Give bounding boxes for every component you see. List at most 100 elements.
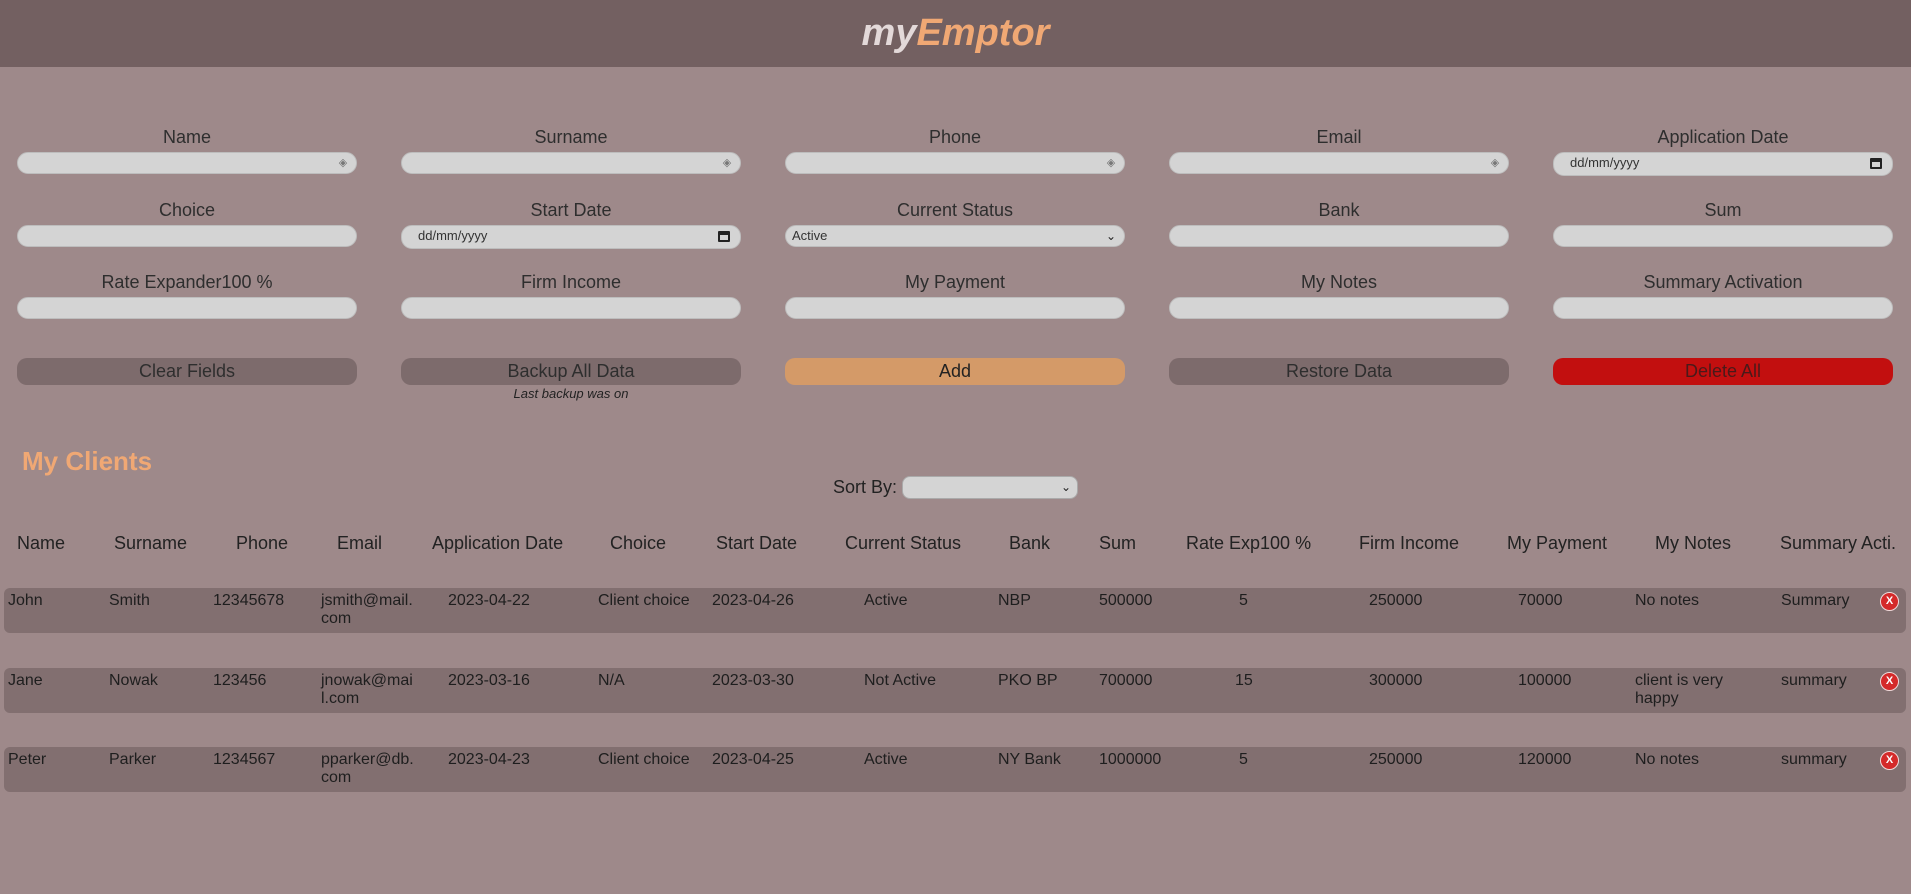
rate-expander-input[interactable] <box>17 297 357 319</box>
cell-choice: Client choice <box>598 751 690 768</box>
application-date-field-group: Application Date dd/mm/yyyy <box>1553 126 1893 176</box>
start-date-label: Start Date <box>530 200 612 220</box>
cell-name: Peter <box>8 751 47 768</box>
col-header-surname: Surname <box>114 533 188 553</box>
current-status-select[interactable]: Active ⌄ <box>785 225 1125 247</box>
table-row: John Smith 12345678 jsmith@mail. com 2023… <box>4 588 1906 633</box>
cell-firm-income: 250000 <box>1369 592 1423 609</box>
application-date-label: Application Date <box>1657 127 1789 147</box>
email-label: Email <box>1316 127 1362 147</box>
cell-bank: NY Bank <box>998 751 1061 768</box>
cell-summary: Summary <box>1781 592 1850 609</box>
my-payment-label: My Payment <box>904 272 1006 292</box>
start-date-input[interactable]: dd/mm/yyyy <box>401 225 741 249</box>
logo-emptor: Emptor <box>916 12 1050 54</box>
cell-application-date: 2023-04-23 <box>448 751 530 768</box>
current-status-label: Current Status <box>896 200 1014 220</box>
sort-by-select[interactable]: ⌄ <box>902 476 1079 499</box>
cell-status: Active <box>864 751 908 768</box>
cell-start-date: 2023-03-30 <box>712 672 794 689</box>
chevron-down-icon: ⌄ <box>1060 480 1072 494</box>
rate-expander-label: Rate Expander100 % <box>101 272 273 292</box>
autofill-icon[interactable]: ◈ <box>1104 157 1118 169</box>
calendar-icon[interactable] <box>718 231 730 242</box>
cell-sum: 1000000 <box>1099 751 1162 768</box>
restore-data-button[interactable]: Restore Data <box>1169 358 1509 385</box>
autofill-icon[interactable]: ◈ <box>336 157 350 169</box>
cell-notes: No notes <box>1635 592 1700 609</box>
delete-row-button[interactable]: X <box>1880 592 1899 611</box>
sum-label: Sum <box>1704 200 1742 220</box>
logo-my: my <box>861 12 917 54</box>
col-header-my-payment: My Payment <box>1507 533 1608 553</box>
col-header-my-notes: My Notes <box>1655 533 1732 553</box>
cell-choice: N/A <box>598 672 625 689</box>
col-header-firm-income: Firm Income <box>1359 533 1460 553</box>
sum-field-group: Sum <box>1553 199 1893 247</box>
cell-summary: summary <box>1781 672 1847 689</box>
cell-rate: 15 <box>1235 672 1253 689</box>
phone-field-group: Phone ◈ <box>785 126 1125 174</box>
backup-all-data-button[interactable]: Backup All Data <box>401 358 741 385</box>
summary-activation-label: Summary Activation <box>1643 272 1803 292</box>
cell-summary: summary <box>1781 751 1847 768</box>
summary-activation-field-group: Summary Activation <box>1553 271 1893 319</box>
cell-application-date: 2023-04-22 <box>448 592 530 609</box>
email-field-group: Email ◈ <box>1169 126 1509 174</box>
app-logo: myEmptor <box>862 12 1050 55</box>
choice-input[interactable] <box>17 225 357 247</box>
chevron-down-icon: ⌄ <box>1105 229 1116 243</box>
cell-email: jsmith@mail. com <box>321 592 413 627</box>
calendar-icon[interactable] <box>1870 158 1882 169</box>
firm-income-field-group: Firm Income <box>401 271 741 319</box>
name-input[interactable]: ◈ <box>17 152 357 174</box>
application-date-input[interactable]: dd/mm/yyyy <box>1553 152 1893 176</box>
rate-expander-field-group: Rate Expander100 % <box>17 271 357 319</box>
cell-choice: Client choice <box>598 592 690 609</box>
firm-income-input[interactable] <box>401 297 741 319</box>
autofill-icon[interactable]: ◈ <box>1488 157 1502 169</box>
cell-my-payment: 120000 <box>1518 751 1572 768</box>
col-header-email: Email <box>337 533 383 553</box>
delete-row-button[interactable]: X <box>1880 672 1899 691</box>
sort-by-label: Sort By: <box>833 477 898 497</box>
surname-input[interactable]: ◈ <box>401 152 741 174</box>
my-clients-title: My Clients <box>22 446 153 476</box>
autofill-icon[interactable]: ◈ <box>720 157 734 169</box>
name-field-group: Name ◈ <box>17 126 357 174</box>
cell-surname: Parker <box>109 751 157 768</box>
delete-row-button[interactable]: X <box>1880 751 1899 770</box>
cell-notes: No notes <box>1635 751 1700 768</box>
cell-name: Jane <box>8 672 43 689</box>
cell-start-date: 2023-04-25 <box>712 751 794 768</box>
summary-activation-input[interactable] <box>1553 297 1893 319</box>
bank-input[interactable] <box>1169 225 1509 247</box>
col-header-summary-activation: Summary Acti. <box>1780 533 1897 553</box>
cell-application-date: 2023-03-16 <box>448 672 530 689</box>
surname-label: Surname <box>534 127 608 147</box>
my-payment-input[interactable] <box>785 297 1125 319</box>
clear-fields-button[interactable]: Clear Fields <box>17 358 357 385</box>
phone-label: Phone <box>928 127 982 147</box>
add-button[interactable]: Add <box>785 358 1125 385</box>
cell-bank: PKO BP <box>998 672 1058 689</box>
cell-rate: 5 <box>1239 751 1248 768</box>
my-notes-input[interactable] <box>1169 297 1509 319</box>
cell-start-date: 2023-04-26 <box>712 592 794 609</box>
current-status-field-group: Current Status Active ⌄ <box>785 199 1125 247</box>
cell-firm-income: 250000 <box>1369 751 1423 768</box>
delete-all-button[interactable]: Delete All <box>1553 358 1893 385</box>
cell-phone: 123456 <box>213 672 267 689</box>
sort-by-control: Sort By: ⌄ <box>833 476 1079 499</box>
sum-input[interactable] <box>1553 225 1893 247</box>
bank-label: Bank <box>1318 200 1360 220</box>
cell-rate: 5 <box>1239 592 1248 609</box>
col-header-current-status: Current Status <box>845 533 962 553</box>
bank-field-group: Bank <box>1169 199 1509 247</box>
email-input[interactable]: ◈ <box>1169 152 1509 174</box>
start-date-field-group: Start Date dd/mm/yyyy <box>401 199 741 249</box>
cell-firm-income: 300000 <box>1369 672 1423 689</box>
col-header-start-date: Start Date <box>716 533 798 553</box>
phone-input[interactable]: ◈ <box>785 152 1125 174</box>
my-notes-label: My Notes <box>1300 272 1378 292</box>
